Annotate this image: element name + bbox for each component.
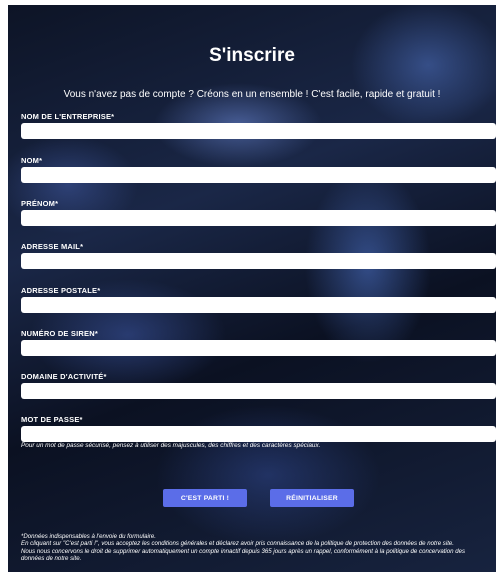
postal-address-input[interactable] bbox=[21, 297, 496, 313]
siren-number-input[interactable] bbox=[21, 340, 496, 356]
label-first-name: PRÉNOM* bbox=[21, 199, 59, 208]
company-name-input[interactable] bbox=[21, 123, 496, 139]
page-title: S'inscrire bbox=[209, 45, 295, 66]
required-note: *Données indispensables à l'envoie du fo… bbox=[21, 533, 156, 540]
email-input[interactable] bbox=[21, 253, 496, 269]
label-last-name: NOM* bbox=[21, 156, 43, 165]
label-company-name: NOM DE L'ENTREPRISE* bbox=[21, 112, 115, 121]
label-password: MOT DE PASSE* bbox=[21, 415, 83, 424]
label-postal-address: ADRESSE POSTALE* bbox=[21, 286, 101, 295]
submit-button[interactable]: C'EST PARTI ! bbox=[163, 489, 247, 507]
label-business-domain: DOMAINE D'ACTIVITÉ* bbox=[21, 372, 107, 381]
business-domain-input[interactable] bbox=[21, 383, 496, 399]
reset-button[interactable]: RÉINITIALISER bbox=[270, 489, 354, 507]
page-subtitle: Vous n'avez pas de compte ? Créons en un… bbox=[63, 89, 441, 100]
password-input[interactable] bbox=[21, 426, 496, 442]
legal-footer: *Données indispensables à l'envoie du fo… bbox=[21, 533, 490, 563]
last-name-input[interactable] bbox=[21, 167, 496, 183]
label-siren-number: NUMÉRO DE SIREN* bbox=[21, 329, 98, 338]
terms-note: En cliquant sur "C'est parti !", vous ac… bbox=[21, 540, 454, 548]
label-email: ADRESSE MAIL* bbox=[21, 242, 84, 251]
signup-panel: S'inscrire Vous n'avez pas de compte ? C… bbox=[8, 5, 496, 572]
retention-note: Nous nous concervons le droit de supprim… bbox=[21, 547, 466, 563]
password-hint: Pour un mot de passe sécurisé, pensez à … bbox=[21, 442, 321, 449]
first-name-input[interactable] bbox=[21, 210, 496, 226]
